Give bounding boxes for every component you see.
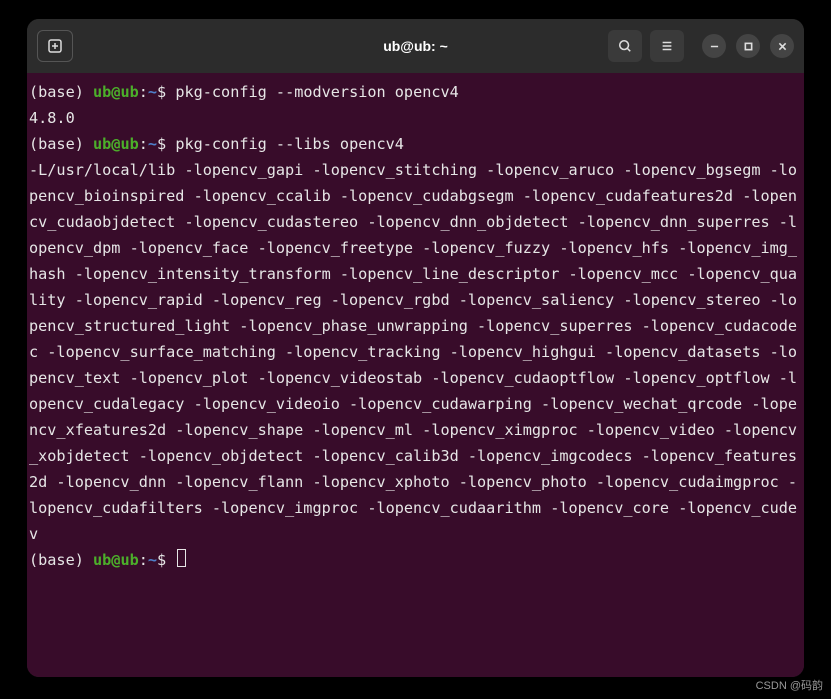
maximize-button[interactable] xyxy=(736,34,760,58)
prompt-userhost: ub@ub xyxy=(93,83,139,101)
hamburger-icon xyxy=(660,39,674,53)
window-controls xyxy=(702,34,794,58)
new-tab-button[interactable] xyxy=(37,30,73,62)
prompt-userhost: ub@ub xyxy=(93,135,139,153)
minimize-icon xyxy=(710,42,719,51)
terminal-scroll[interactable]: (base) ub@ub:~$ pkg-config --modversion … xyxy=(29,79,800,671)
prompt-path: ~ xyxy=(148,551,157,569)
cursor xyxy=(177,549,186,567)
output-1: 4.8.0 xyxy=(29,105,798,131)
close-button[interactable] xyxy=(770,34,794,58)
prompt-path: ~ xyxy=(148,83,157,101)
titlebar-left xyxy=(37,30,73,62)
prompt-dollar: $ xyxy=(157,551,175,569)
search-button[interactable] xyxy=(608,30,642,62)
terminal-content[interactable]: (base) ub@ub:~$ pkg-config --modversion … xyxy=(27,73,804,677)
prompt-dollar: $ xyxy=(157,135,175,153)
window-title: ub@ub: ~ xyxy=(383,38,448,54)
prompt-line-2: (base) ub@ub:~$ pkg-config --libs opencv… xyxy=(29,131,798,157)
watermark: CSDN @码韵 xyxy=(756,677,823,693)
menu-button[interactable] xyxy=(650,30,684,62)
close-icon xyxy=(778,42,787,51)
prompt-base: (base) xyxy=(29,135,93,153)
prompt-line-3: (base) ub@ub:~$ xyxy=(29,547,798,573)
prompt-path: ~ xyxy=(148,135,157,153)
search-icon xyxy=(618,39,632,53)
prompt-base: (base) xyxy=(29,83,93,101)
prompt-colon: : xyxy=(139,83,148,101)
command-2: pkg-config --libs opencv4 xyxy=(175,135,404,153)
minimize-button[interactable] xyxy=(702,34,726,58)
prompt-dollar: $ xyxy=(157,83,175,101)
titlebar-right xyxy=(608,30,794,62)
output-2: -L/usr/local/lib -lopencv_gapi -lopencv_… xyxy=(29,157,798,547)
prompt-userhost: ub@ub xyxy=(93,551,139,569)
terminal-window: ub@ub: ~ xyxy=(27,19,804,677)
maximize-icon xyxy=(744,42,753,51)
prompt-base: (base) xyxy=(29,551,93,569)
titlebar: ub@ub: ~ xyxy=(27,19,804,73)
prompt-line-1: (base) ub@ub:~$ pkg-config --modversion … xyxy=(29,79,798,105)
prompt-colon: : xyxy=(139,135,148,153)
command-1: pkg-config --modversion opencv4 xyxy=(175,83,458,101)
prompt-colon: : xyxy=(139,551,148,569)
new-tab-icon xyxy=(47,38,63,54)
